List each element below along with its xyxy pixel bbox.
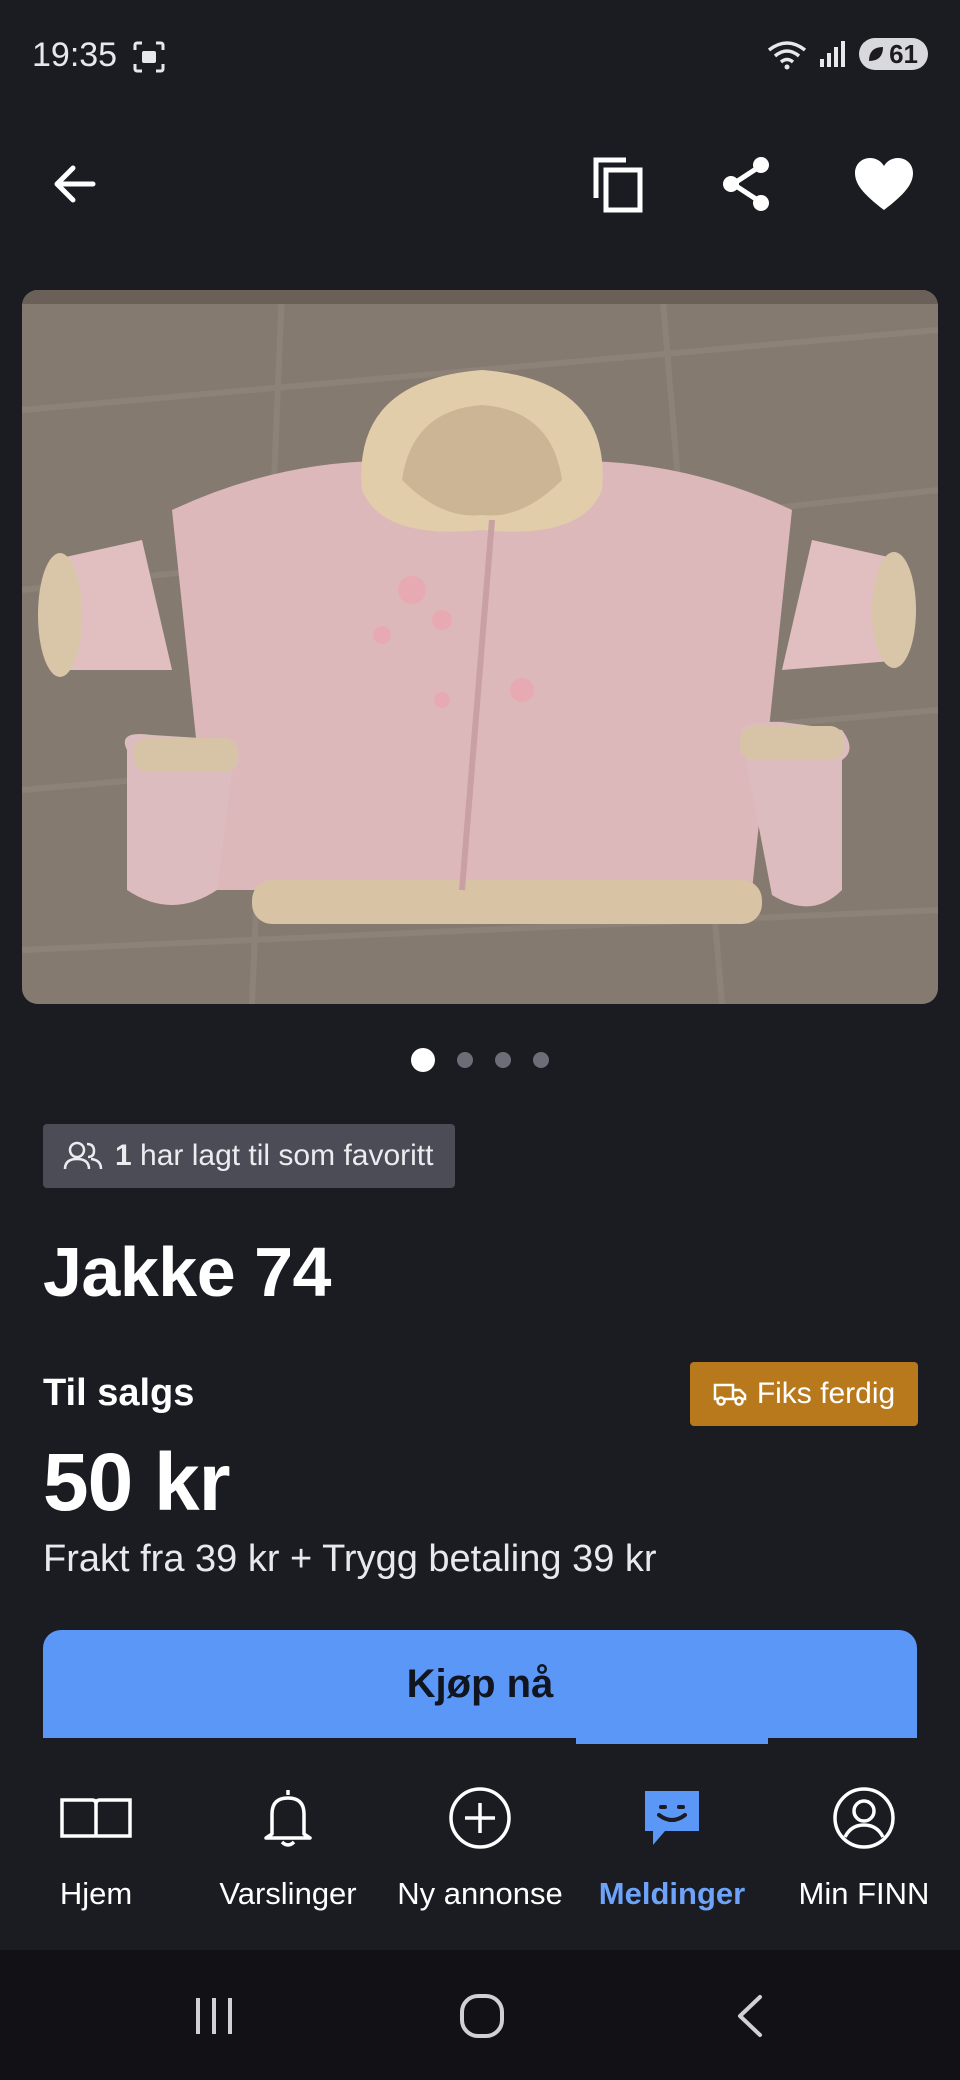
copy-link-button[interactable] (578, 144, 658, 224)
pager-dot[interactable] (533, 1052, 549, 1068)
favorite-button[interactable] (844, 144, 924, 224)
share-button[interactable] (706, 144, 786, 224)
status-indicators: 61 (765, 38, 928, 70)
pager-dot-active[interactable] (411, 1048, 435, 1072)
home-circle-icon (460, 1994, 504, 2038)
listing-title: Jakke 74 (43, 1233, 331, 1311)
battery-level: 61 (889, 38, 918, 69)
delivery-truck-icon (713, 1383, 747, 1406)
nav-label-min-finn: Min FINN (798, 1876, 930, 1911)
fiks-ferdig-badge: Fiks ferdig (690, 1362, 918, 1426)
home-button[interactable] (452, 1986, 512, 2046)
recent-apps-icon (196, 1998, 232, 2034)
active-tab-indicator (576, 1738, 768, 1744)
image-pager[interactable] (0, 1048, 960, 1072)
bottom-navigation: Hjem Varslinger Ny annonse Meldinger Min… (0, 1738, 960, 1950)
shipping-info: Frakt fra 39 kr + Trygg betaling 39 kr (43, 1538, 657, 1580)
price: 50 kr (43, 1437, 231, 1528)
top-action-bar (0, 130, 960, 240)
wifi-icon (768, 41, 807, 70)
nav-item-min-finn[interactable]: Min FINN (768, 1738, 960, 1950)
nav-item-meldinger[interactable]: Meldinger (576, 1738, 768, 1950)
leaf-icon (869, 47, 884, 61)
nav-label-varslinger: Varslinger (219, 1876, 357, 1911)
nav-label-ny-annonse: Ny annonse (397, 1876, 563, 1911)
favorites-text: har lagt til som favoritt (140, 1139, 434, 1172)
system-navigation-bar (0, 1950, 960, 2080)
chevron-left-icon (738, 1995, 762, 2037)
favorites-count: 1 (115, 1139, 132, 1172)
sale-label: Til salgs (43, 1372, 195, 1414)
bell-icon (264, 1790, 312, 1847)
pager-dot[interactable] (495, 1052, 511, 1068)
users-icon (63, 1141, 103, 1170)
profile-icon (833, 1787, 895, 1849)
battery-indicator: 61 (859, 38, 928, 70)
heart-icon (855, 158, 913, 210)
status-time: 19:35 (32, 36, 118, 74)
nav-label-meldinger: Meldinger (598, 1876, 746, 1911)
pager-dot[interactable] (457, 1052, 473, 1068)
nav-item-ny-annonse[interactable]: Ny annonse (384, 1738, 576, 1950)
screenshot-icon (133, 41, 165, 73)
buy-now-button[interactable]: Kjøp nå (43, 1630, 917, 1738)
back-button[interactable] (34, 144, 114, 224)
fiks-ferdig-label: Fiks ferdig (756, 1377, 896, 1410)
copy-icon (593, 157, 643, 213)
chat-icon (645, 1791, 699, 1845)
nav-label-hjem: Hjem (59, 1876, 133, 1911)
book-icon (60, 1798, 132, 1838)
system-back-button[interactable] (720, 1986, 780, 2046)
share-icon (723, 157, 769, 211)
recent-apps-button[interactable] (184, 1986, 244, 2046)
plus-circle-icon (449, 1787, 511, 1849)
status-bar: 19:35 61 (0, 0, 960, 116)
nav-item-varslinger[interactable]: Varslinger (192, 1738, 384, 1950)
favorites-badge: 1 har lagt til som favoritt (43, 1124, 456, 1188)
signal-icon (820, 41, 846, 67)
arrow-left-icon (54, 165, 96, 203)
nav-item-hjem[interactable]: Hjem (0, 1738, 192, 1950)
jacket-photo-illustration (22, 290, 938, 1004)
product-image[interactable] (22, 290, 938, 1004)
